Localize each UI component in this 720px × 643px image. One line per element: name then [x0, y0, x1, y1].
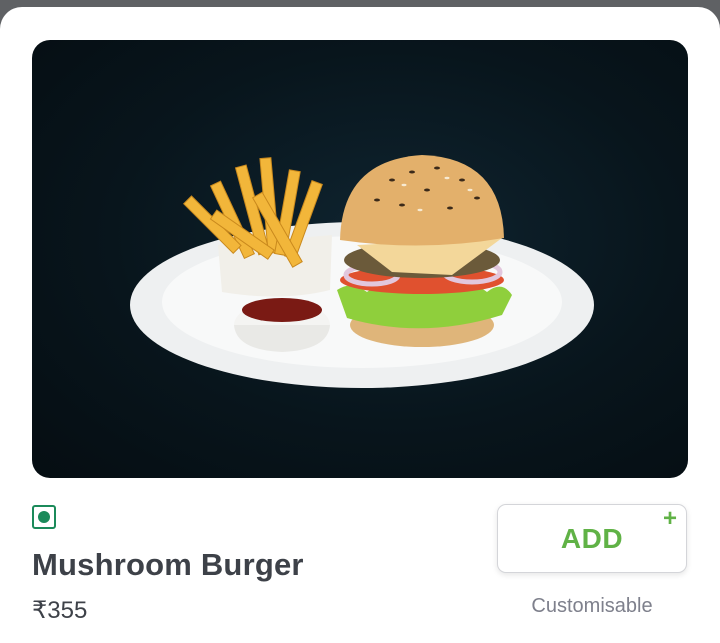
- veg-icon: [32, 505, 56, 529]
- item-detail-sheet: Mushroom Burger ₹355 ADD + Customisable: [0, 7, 720, 643]
- food-photo: [32, 40, 688, 478]
- item-price: ₹355: [32, 597, 88, 624]
- veg-dot: [38, 511, 50, 523]
- item-title: Mushroom Burger: [32, 547, 304, 582]
- burger-and-fries-illustration: [130, 155, 594, 388]
- plus-icon: +: [662, 505, 677, 532]
- customisable-note: Customisable: [531, 595, 653, 617]
- add-button-label: ADD: [560, 522, 624, 554]
- add-button[interactable]: ADD +: [497, 504, 687, 573]
